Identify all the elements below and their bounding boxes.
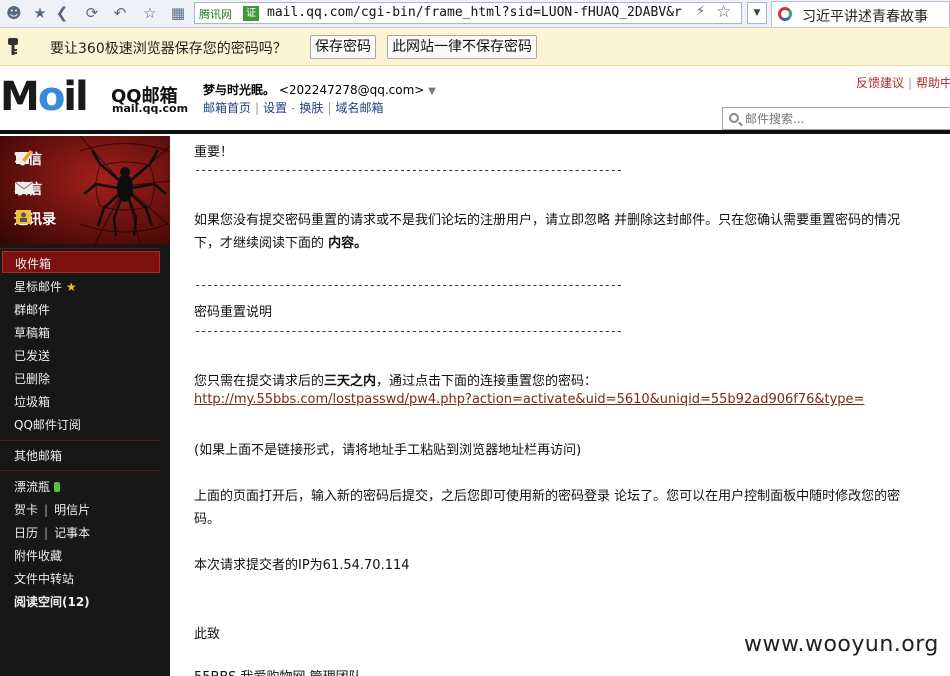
other-mailboxes[interactable]: 其他邮箱 [14,447,62,464]
paragraph-line: 下，才继续阅读下面的 内容。 [194,236,368,251]
user-email: <202247278@qq.com> [278,83,425,97]
user-info: 梦与时光眠。 <202247278@qq.com> ▼ [203,81,436,98]
account-dropdown-icon[interactable]: ▼ [428,86,436,97]
sidebar: 写信 收信 通讯录 收件箱 星标邮件 ★ 群邮件 草稿箱 已发送 已删除 垃圾箱… [0,136,170,676]
header-right-links: 反馈建议 | 帮助中 [856,74,950,91]
calendar-link[interactable]: 日历 [14,526,38,540]
contacts-button[interactable]: 通讯录 [14,209,56,229]
logo-domain: mail.qq.com [112,102,189,115]
user-avatar-icon[interactable]: ☻ [4,3,24,23]
file-transfer[interactable]: 文件中转站 [14,570,74,587]
search-icon[interactable] [729,113,739,123]
password-prompt-text: 要让360极速浏览器保存您的密码吗？ [50,41,287,57]
drift-bottle[interactable]: 漂流瓶 [14,478,61,495]
notes-link[interactable]: 记事本 [54,526,90,540]
attachment-favorites[interactable]: 附件收藏 [14,547,62,564]
folder-starred[interactable]: 星标邮件 ★ [14,278,77,295]
paragraph-line: (如果上面不是链接形式，请将地址手工粘贴到浏览器地址栏再访问) [194,443,582,458]
favorite-star-icon[interactable]: ☆ [140,3,160,23]
tab-favicon-icon [778,7,792,21]
receive-mail-button[interactable]: 收信 [14,179,42,199]
signature-line: 55BBS 我爱购物网 管理团队 [194,666,362,676]
dash-separator: ----------------------------------------… [194,278,623,292]
section-title: 密码重置说明 [194,305,273,320]
sidebar-skin-banner: 写信 收信 通讯录 [0,136,170,244]
undo-close-icon[interactable]: ↶ [110,3,130,23]
nav-link-domain-mail[interactable]: 域名邮箱 [335,101,383,115]
qq-mail-logo[interactable]: Moil QQ邮箱 mail.qq.com [0,74,189,120]
sidebar-divider [0,440,160,441]
apps-grid-icon[interactable]: ▦ [168,3,188,23]
folder-subscriptions[interactable]: QQ邮件订阅 [14,416,81,433]
save-password-button[interactable]: 保存密码 [310,35,376,59]
refresh-icon[interactable]: ⟳ [82,3,102,23]
logo-wordmark-icon: Moil [0,74,89,120]
sidebar-divider [0,248,160,249]
regards-line: 此致 [194,627,221,642]
folder-spam[interactable]: 垃圾箱 [14,393,50,410]
paragraph-line: 码。 [194,512,221,527]
site-label: 腾讯网 [199,8,232,21]
bottle-icon [54,482,61,492]
tab-title: 习近平讲述青春故事 [802,9,928,25]
never-save-password-button[interactable]: 此网站一律不保存密码 [387,35,537,59]
pencil-icon [16,150,33,164]
speed-mode-icon[interactable]: ⚡ [696,4,705,19]
cards-row: 贺卡 | 明信片 [14,503,91,517]
password-reset-link[interactable]: http://my.55bbs.com/lostpasswd/pw4.php?a… [194,392,864,407]
bookmark-star-icon[interactable]: ☆ [716,2,731,22]
search-input[interactable] [745,111,945,127]
folder-sent[interactable]: 已发送 [14,347,50,364]
paragraph-line: 上面的页面打开后，输入新的密码后提交，之后您即可使用新的密码登录 论坛了。您可以… [194,489,901,504]
dash-separator: ----------------------------------------… [194,163,623,177]
mail-body: 重要！ ------------------------------------… [172,136,950,676]
address-book-icon [16,210,31,224]
nav-link-home[interactable]: 邮箱首页 [203,101,251,115]
nav-link-skin[interactable]: 换肤 [299,101,323,115]
mail-search-box[interactable] [722,107,950,130]
key-icon [8,38,18,55]
paragraph-line: 如果您没有提交密码重置的请求或不是我们论坛的注册用户，请立即忽略 并删除这封邮件… [194,213,901,228]
folder-starred-label: 星标邮件 [14,280,63,294]
watermark: www.wooyun.org [744,632,939,657]
browser-toolbar: ☻ ★ ❮ ⟳ ↶ ☆ ▦ 腾讯网 证 mail.qq.com/cgi-bin/… [0,0,950,28]
address-bar[interactable]: 腾讯网 证 mail.qq.com/cgi-bin/frame_html?sid… [194,2,742,24]
greeting-card-link[interactable]: 贺卡 [14,503,38,517]
back-icon[interactable]: ❮ [52,3,72,23]
certificate-icon[interactable]: 证 [243,6,259,21]
help-link[interactable]: 帮助中 [916,76,950,90]
ip-line: 本次请求提交者的IP为61.54.70.114 [194,558,410,573]
folder-inbox[interactable]: 收件箱 [2,251,160,273]
folder-inbox-label: 收件箱 [15,257,52,271]
paragraph-line: 您只需在提交请求后的三天之内，通过点击下面的连接重置您的密码： [194,374,598,389]
dash-separator: ----------------------------------------… [194,324,623,338]
folder-drafts[interactable]: 草稿箱 [14,324,50,341]
folder-group[interactable]: 群邮件 [14,301,50,318]
sidebar-divider [0,470,160,471]
calendar-row: 日历 | 记事本 [14,526,91,540]
feedback-link[interactable]: 反馈建议 [856,76,904,90]
nav-link-settings[interactable]: 设置 [263,101,287,115]
browser-tab[interactable]: 习近平讲述青春故事 [771,1,950,27]
password-save-bar: 要让360极速浏览器保存您的密码吗？ 保存密码 此网站一律不保存密码 [0,28,950,66]
pin-icon[interactable]: ★ [30,3,50,23]
reading-space[interactable]: 阅读空间(12) [14,593,90,610]
envelope-icon [14,181,34,194]
postcard-link[interactable]: 明信片 [54,503,90,517]
write-mail-button[interactable]: 写信 [14,149,42,169]
header-divider [0,130,950,134]
folder-deleted[interactable]: 已删除 [14,370,50,387]
url-text[interactable]: mail.qq.com/cgi-bin/frame_html?sid=LUON-… [267,5,693,20]
important-heading: 重要！ [194,145,234,160]
address-dropdown-icon[interactable]: ▼ [747,2,767,24]
mail-header: Moil QQ邮箱 mail.qq.com 梦与时光眠。 <202247278@… [0,66,950,134]
drift-bottle-label: 漂流瓶 [14,480,51,494]
user-name[interactable]: 梦与时光眠。 [203,83,275,97]
header-nav: 邮箱首页 | 设置 - 换肤 | 域名邮箱 [203,101,384,115]
star-icon: ★ [65,280,77,294]
